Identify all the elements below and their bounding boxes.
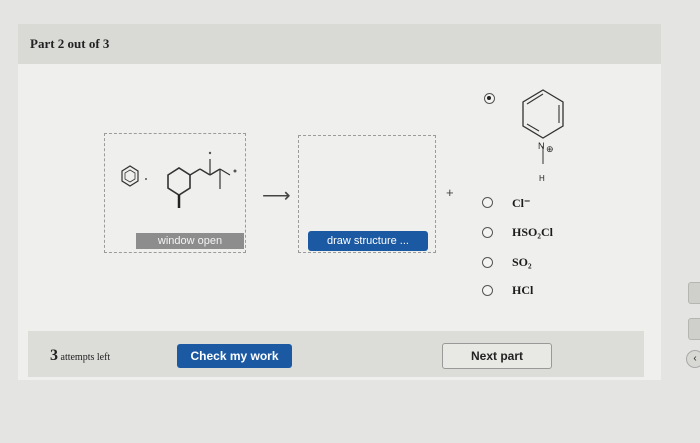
pyridinium-structure [522,89,564,164]
option-radio-so2[interactable] [482,257,493,268]
window-open-button[interactable]: window open [136,233,244,249]
part-title: Part 2 out of 3 [30,36,110,51]
check-my-work-button[interactable]: Check my work [177,344,292,368]
pyridinium-charge-label: ⊕ [546,144,554,154]
option-radio-cl[interactable] [482,197,493,208]
reactant-molecule-drawing [121,151,237,208]
next-part-button[interactable]: Next part [442,343,552,369]
option-radio-pyridinium[interactable] [484,93,495,104]
option-label-hso2cl: HSO₂Cl [512,225,553,239]
reaction-arrow: ⟶ [262,185,291,207]
option-label-so2: SO₂ [512,255,532,269]
plus-sign: + [446,185,454,200]
attempts-count: 3 [50,347,58,364]
chevron-icon[interactable]: ‹ [686,350,700,368]
option-radio-hcl[interactable] [482,285,493,296]
option-radio-hso2cl[interactable] [482,227,493,238]
option-label-cl: Cl⁻ [512,196,531,210]
draw-structure-button[interactable]: draw structure ... [308,231,428,251]
pyridinium-n-label: N [538,141,545,151]
attempts-text: attempts left [60,352,111,363]
part-header: Part 2 out of 3 [18,24,661,64]
option-label-hcl: HCl [512,283,534,297]
pyridinium-h-label: H [539,174,545,183]
side-tab-1[interactable] [688,282,700,304]
attempts-left: 3 attempts left [50,347,110,365]
side-tab-2[interactable] [688,318,700,340]
